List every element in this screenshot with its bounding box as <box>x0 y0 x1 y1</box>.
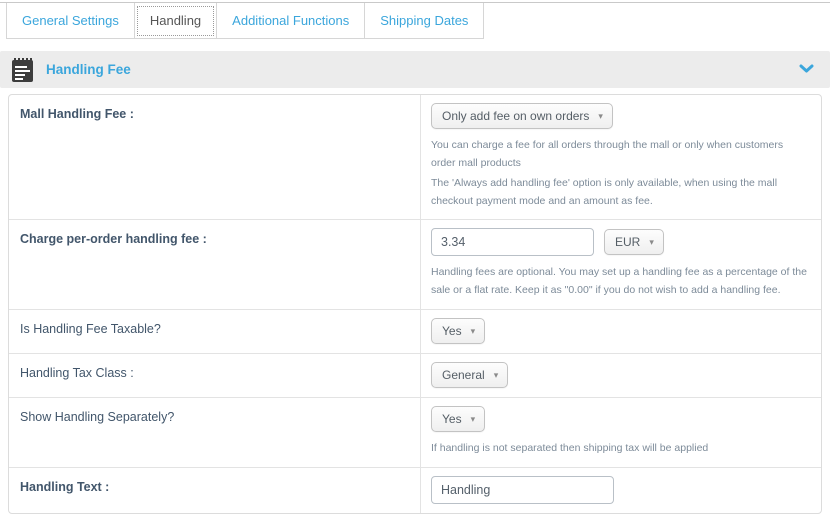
field-cell <box>421 468 821 513</box>
form-row-handling-text: Handling Text : <box>9 467 821 513</box>
help-text: Handling fees are optional. You may set … <box>431 264 809 300</box>
caret-down-icon: ▾ <box>649 238 654 247</box>
tax-class-select[interactable]: General ▾ <box>431 362 508 388</box>
notepad-icon <box>12 58 33 82</box>
caret-down-icon: ▾ <box>598 112 603 121</box>
select-value: EUR <box>615 235 640 249</box>
select-value: Yes <box>442 412 462 426</box>
select-value: General <box>442 368 485 382</box>
handling-fee-form: Mall Handling Fee : Only add fee on own … <box>8 94 822 514</box>
form-row-mall-handling-fee: Mall Handling Fee : Only add fee on own … <box>9 95 821 219</box>
handling-fee-amount-input[interactable] <box>431 228 594 256</box>
form-row-per-order-fee: Charge per-order handling fee : EUR ▾ Ha… <box>9 219 821 309</box>
form-row-fee-taxable: Is Handling Fee Taxable? Yes ▾ <box>9 309 821 353</box>
field-label: Handling Tax Class : <box>9 354 421 397</box>
caret-down-icon: ▾ <box>494 371 499 380</box>
field-label: Charge per-order handling fee : <box>9 220 421 309</box>
select-value: Only add fee on own orders <box>442 109 589 123</box>
field-cell: Yes ▾ <box>421 310 821 353</box>
chevron-down-icon <box>799 62 814 77</box>
section-header-handling-fee: Handling Fee <box>0 51 830 88</box>
help-text: You can charge a fee for all orders thro… <box>431 137 809 173</box>
caret-down-icon: ▾ <box>471 327 476 336</box>
field-label: Is Handling Fee Taxable? <box>9 310 421 353</box>
form-row-tax-class: Handling Tax Class : General ▾ <box>9 353 821 397</box>
select-value: Yes <box>442 324 462 338</box>
tab-handling[interactable]: Handling <box>134 3 217 39</box>
field-cell: Only add fee on own orders ▾ You can cha… <box>421 95 821 219</box>
caret-down-icon: ▾ <box>471 415 476 424</box>
field-cell: General ▾ <box>421 354 821 397</box>
tab-shipping-dates[interactable]: Shipping Dates <box>364 3 484 39</box>
field-label: Handling Text : <box>9 468 421 513</box>
tab-general-settings[interactable]: General Settings <box>6 3 135 39</box>
form-row-show-separately: Show Handling Separately? Yes ▾ If handl… <box>9 397 821 467</box>
field-cell: Yes ▾ If handling is not separated then … <box>421 398 821 467</box>
handling-text-input[interactable] <box>431 476 614 504</box>
collapse-section-button[interactable] <box>797 60 816 79</box>
show-separately-select[interactable]: Yes ▾ <box>431 406 485 432</box>
field-cell: EUR ▾ Handling fees are optional. You ma… <box>421 220 821 309</box>
field-label: Show Handling Separately? <box>9 398 421 467</box>
tab-bar: General Settings Handling Additional Fun… <box>0 2 830 39</box>
currency-select[interactable]: EUR ▾ <box>604 229 664 255</box>
settings-page: General Settings Handling Additional Fun… <box>0 2 830 445</box>
tab-additional-functions[interactable]: Additional Functions <box>216 3 365 39</box>
field-label: Mall Handling Fee : <box>9 95 421 219</box>
mall-handling-fee-select[interactable]: Only add fee on own orders ▾ <box>431 103 613 129</box>
fee-taxable-select[interactable]: Yes ▾ <box>431 318 485 344</box>
section-title: Handling Fee <box>46 62 131 77</box>
help-text: The 'Always add handling fee' option is … <box>431 175 809 211</box>
